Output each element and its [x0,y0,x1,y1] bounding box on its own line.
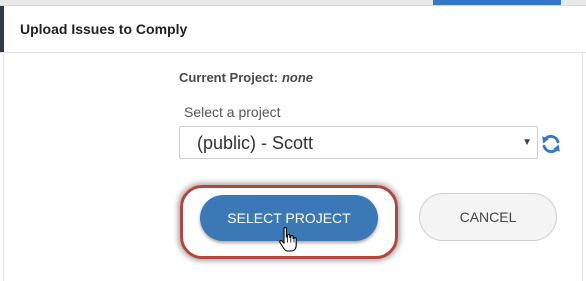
header-accent [0,6,4,52]
dialog-title: Upload Issues to Comply [20,21,188,37]
cancel-button[interactable]: CANCEL [419,193,557,241]
right-edge [582,52,583,281]
hand-cursor-icon [279,226,297,252]
project-select-label: Select a project [184,104,281,120]
project-select[interactable]: (public) - Scott ▼ [179,126,538,159]
current-project-label: Current Project: [179,70,278,85]
project-select-value: (public) - Scott [197,133,314,153]
left-edge [3,52,4,281]
refresh-icon[interactable] [540,133,562,155]
current-project-value: none [281,70,314,85]
top-accent-bar [433,0,561,5]
chevron-down-icon: ▼ [522,137,532,148]
current-project: Current Project: none [179,70,313,85]
upload-issues-dialog: Upload Issues to Comply Current Project:… [0,0,586,281]
dialog-header: Upload Issues to Comply [0,6,586,53]
